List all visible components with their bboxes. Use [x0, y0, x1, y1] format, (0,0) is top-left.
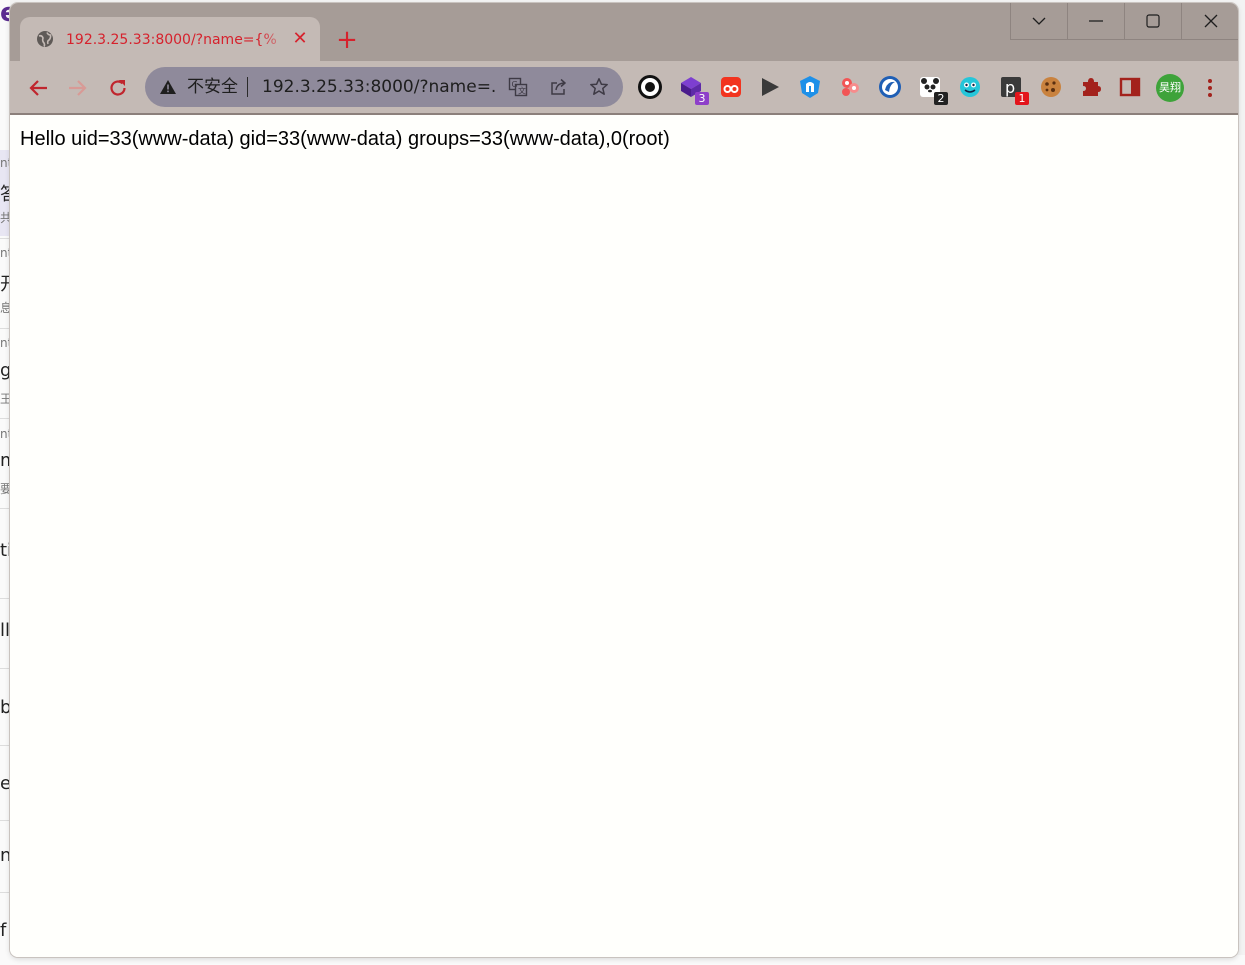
sidebar-extension-icon[interactable]	[1117, 74, 1143, 100]
back-button[interactable]	[23, 73, 53, 103]
background-text-fragment: e	[0, 773, 10, 794]
close-window-button[interactable]	[1181, 3, 1238, 40]
arrow-right-icon	[69, 80, 87, 96]
red-bubbles-extension-icon[interactable]	[837, 74, 863, 100]
star-icon[interactable]	[589, 77, 609, 97]
minimize-button[interactable]	[1067, 3, 1124, 40]
maximize-icon	[1146, 14, 1160, 28]
svg-text:G: G	[512, 80, 518, 89]
blue-swirl-extension-icon[interactable]	[877, 74, 903, 100]
play-extension-icon[interactable]	[757, 74, 783, 100]
background-text-fragment: 要	[0, 482, 10, 496]
close-tab-icon[interactable]: ✕	[290, 29, 310, 49]
tab-title: 192.3.25.33:8000/?name={% f	[66, 32, 280, 48]
background-text-fragment: ti	[0, 540, 10, 561]
tab-strip: 192.3.25.33:8000/?name={% f ✕ +	[10, 3, 1238, 61]
background-text-fragment: nt	[0, 156, 10, 170]
reload-icon	[110, 80, 126, 96]
profile-avatar[interactable]: 昊翔	[1156, 74, 1184, 102]
svg-text:文: 文	[518, 86, 526, 96]
background-text-fragment: nt	[0, 427, 10, 441]
extension-badge: 3	[695, 92, 709, 105]
background-divider	[0, 508, 10, 509]
background-text-fragment: 答	[0, 184, 10, 205]
chevron-down-icon	[1032, 17, 1046, 25]
page-output-text: Hello uid=33(www-data) gid=33(www-data) …	[20, 128, 670, 150]
blue-shield-extension-icon[interactable]	[797, 74, 823, 100]
arrow-left-icon	[29, 80, 47, 96]
reload-button[interactable]	[103, 73, 133, 103]
page-content: Hello uid=33(www-data) gid=33(www-data) …	[10, 115, 1238, 957]
background-text-fragment: 王	[0, 392, 10, 406]
background-text-fragment: nt	[0, 336, 10, 350]
background-divider	[0, 820, 10, 821]
p-extension-icon[interactable]: p 1	[998, 74, 1029, 105]
active-tab[interactable]: 192.3.25.33:8000/?name={% f ✕	[20, 17, 320, 61]
background-divider	[0, 238, 10, 239]
background-text-fragment: g	[0, 360, 10, 381]
url-text[interactable]: 192.3.25.33:8000/?name=...	[262, 77, 498, 97]
background-text-fragment: nt	[0, 246, 10, 260]
background-text-fragment: m	[0, 450, 10, 471]
background-divider	[0, 328, 10, 329]
cyan-monster-extension-icon[interactable]	[957, 74, 983, 100]
translate-icon[interactable]: G文	[508, 77, 528, 97]
new-tab-button[interactable]: +	[332, 25, 362, 55]
background-text-fragment: ng	[0, 845, 10, 866]
tab-title-fade	[260, 25, 290, 53]
address-bar[interactable]: 不安全 192.3.25.33:8000/?name=... G文	[145, 67, 623, 107]
background-divider	[0, 668, 10, 669]
svg-text:p: p	[1005, 78, 1015, 97]
extension-badge: 2	[934, 92, 948, 105]
background-divider	[0, 892, 10, 893]
background-app: nt 答 共 nt 开 息 nt g 王 nt m 要 ti ll b e ng…	[0, 0, 10, 965]
background-text-fragment: b	[0, 697, 10, 718]
security-label[interactable]: 不安全	[187, 77, 238, 97]
background-text-fragment: 开	[0, 274, 10, 295]
red-dots-extension-icon[interactable]	[718, 74, 744, 100]
cube-extension-icon[interactable]: 3	[678, 74, 709, 105]
warning-icon[interactable]	[159, 78, 177, 96]
maximize-button[interactable]	[1124, 3, 1181, 40]
background-divider	[0, 418, 10, 419]
address-divider	[247, 77, 248, 97]
globe-icon	[36, 30, 54, 48]
background-text-fragment: 共	[0, 211, 10, 225]
tab-search-button[interactable]	[1010, 3, 1067, 40]
background-text-fragment: ll	[0, 620, 10, 641]
circle-extension-icon[interactable]	[637, 74, 663, 100]
close-icon	[1204, 14, 1217, 28]
share-icon[interactable]	[549, 77, 569, 97]
minimize-icon	[1089, 20, 1103, 22]
background-divider	[0, 745, 10, 746]
forward-button[interactable]	[63, 73, 93, 103]
extension-badge: 1	[1015, 92, 1029, 105]
browser-toolbar: 不安全 192.3.25.33:8000/?name=... G文 3 2 p …	[10, 61, 1238, 115]
cookie-extension-icon[interactable]	[1038, 74, 1064, 100]
panda-extension-icon[interactable]: 2	[917, 74, 948, 105]
background-text-fragment: f	[0, 920, 7, 941]
puzzle-extension-icon[interactable]	[1078, 74, 1104, 100]
more-menu-icon[interactable]	[1200, 74, 1220, 102]
background-text-fragment: 息	[0, 301, 10, 315]
background-divider	[0, 598, 10, 599]
browser-window: 192.3.25.33:8000/?name={% f ✕ + 不安全 192.…	[10, 3, 1238, 957]
